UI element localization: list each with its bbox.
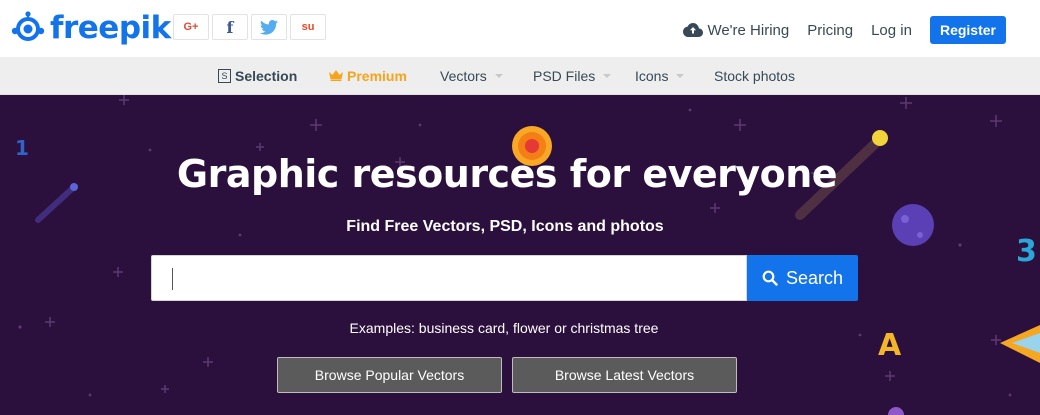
twitter-button[interactable] xyxy=(251,14,287,40)
facebook-icon: f xyxy=(226,17,234,37)
search-input[interactable] xyxy=(151,255,747,301)
stumbleupon-icon: su xyxy=(301,21,315,33)
google-plus-button[interactable]: G+ xyxy=(173,14,209,40)
browse-latest-button[interactable]: Browse Latest Vectors xyxy=(512,357,737,393)
category-icons-label: Icons xyxy=(635,67,669,84)
search-examples: Examples: business card, flower or chris… xyxy=(349,320,659,336)
category-premium-label: Premium xyxy=(347,67,407,84)
selection-icon: S xyxy=(218,68,231,83)
text-cursor xyxy=(172,268,173,290)
chevron-down-icon xyxy=(676,73,685,78)
search-button[interactable]: Search xyxy=(747,255,858,301)
category-stock-photos[interactable]: Stock photos xyxy=(714,57,795,94)
brand-name: freepik xyxy=(50,10,171,46)
hiring-link[interactable]: We're Hiring xyxy=(683,22,789,39)
cloud-upload-icon xyxy=(683,23,704,37)
login-link[interactable]: Log in xyxy=(871,22,912,39)
category-selection-label: Selection xyxy=(235,67,298,84)
category-premium[interactable]: Premium xyxy=(329,57,407,94)
header-nav: We're Hiring Pricing Log in Register xyxy=(665,16,1006,44)
browse-popular-button[interactable]: Browse Popular Vectors xyxy=(277,357,502,393)
hiring-label: We're Hiring xyxy=(707,21,790,39)
register-button[interactable]: Register xyxy=(929,16,1006,44)
hero-title: Graphic resources for everyone xyxy=(176,152,838,196)
stumbleupon-button[interactable]: su xyxy=(290,14,326,40)
search-bar: Search xyxy=(151,255,858,301)
google-plus-icon: G+ xyxy=(183,21,199,33)
category-selection[interactable]: S Selection xyxy=(218,57,297,94)
category-vectors-label: Vectors xyxy=(440,67,487,84)
category-psd-label: PSD Files xyxy=(533,67,596,84)
category-psd[interactable]: PSD Files xyxy=(533,57,612,94)
freepik-logo[interactable]: freepik xyxy=(8,5,171,51)
chevron-down-icon xyxy=(603,73,612,78)
social-share-group: G+ f su xyxy=(173,14,326,40)
top-header: freepik G+ f su We're Hiring Pricing Log… xyxy=(0,0,1040,57)
category-vectors[interactable]: Vectors xyxy=(440,57,503,94)
category-bar: S Selection Premium Vectors PSD Files Ic… xyxy=(0,57,1040,95)
chevron-down-icon xyxy=(494,73,503,78)
freepik-logo-icon xyxy=(8,8,48,48)
search-button-label: Search xyxy=(785,267,844,288)
facebook-button[interactable]: f xyxy=(212,14,248,40)
hero-section: A 1 3 Graphic resources for everyone Fin… xyxy=(0,95,1040,415)
number-three-decor: 3 xyxy=(1016,234,1037,269)
search-icon xyxy=(762,270,778,286)
category-icons[interactable]: Icons xyxy=(635,57,685,94)
pricing-link[interactable]: Pricing xyxy=(807,22,853,39)
hero-subtitle: Find Free Vectors, PSD, Icons and photos xyxy=(346,218,664,235)
twitter-icon xyxy=(260,19,278,35)
crown-icon xyxy=(329,70,343,81)
